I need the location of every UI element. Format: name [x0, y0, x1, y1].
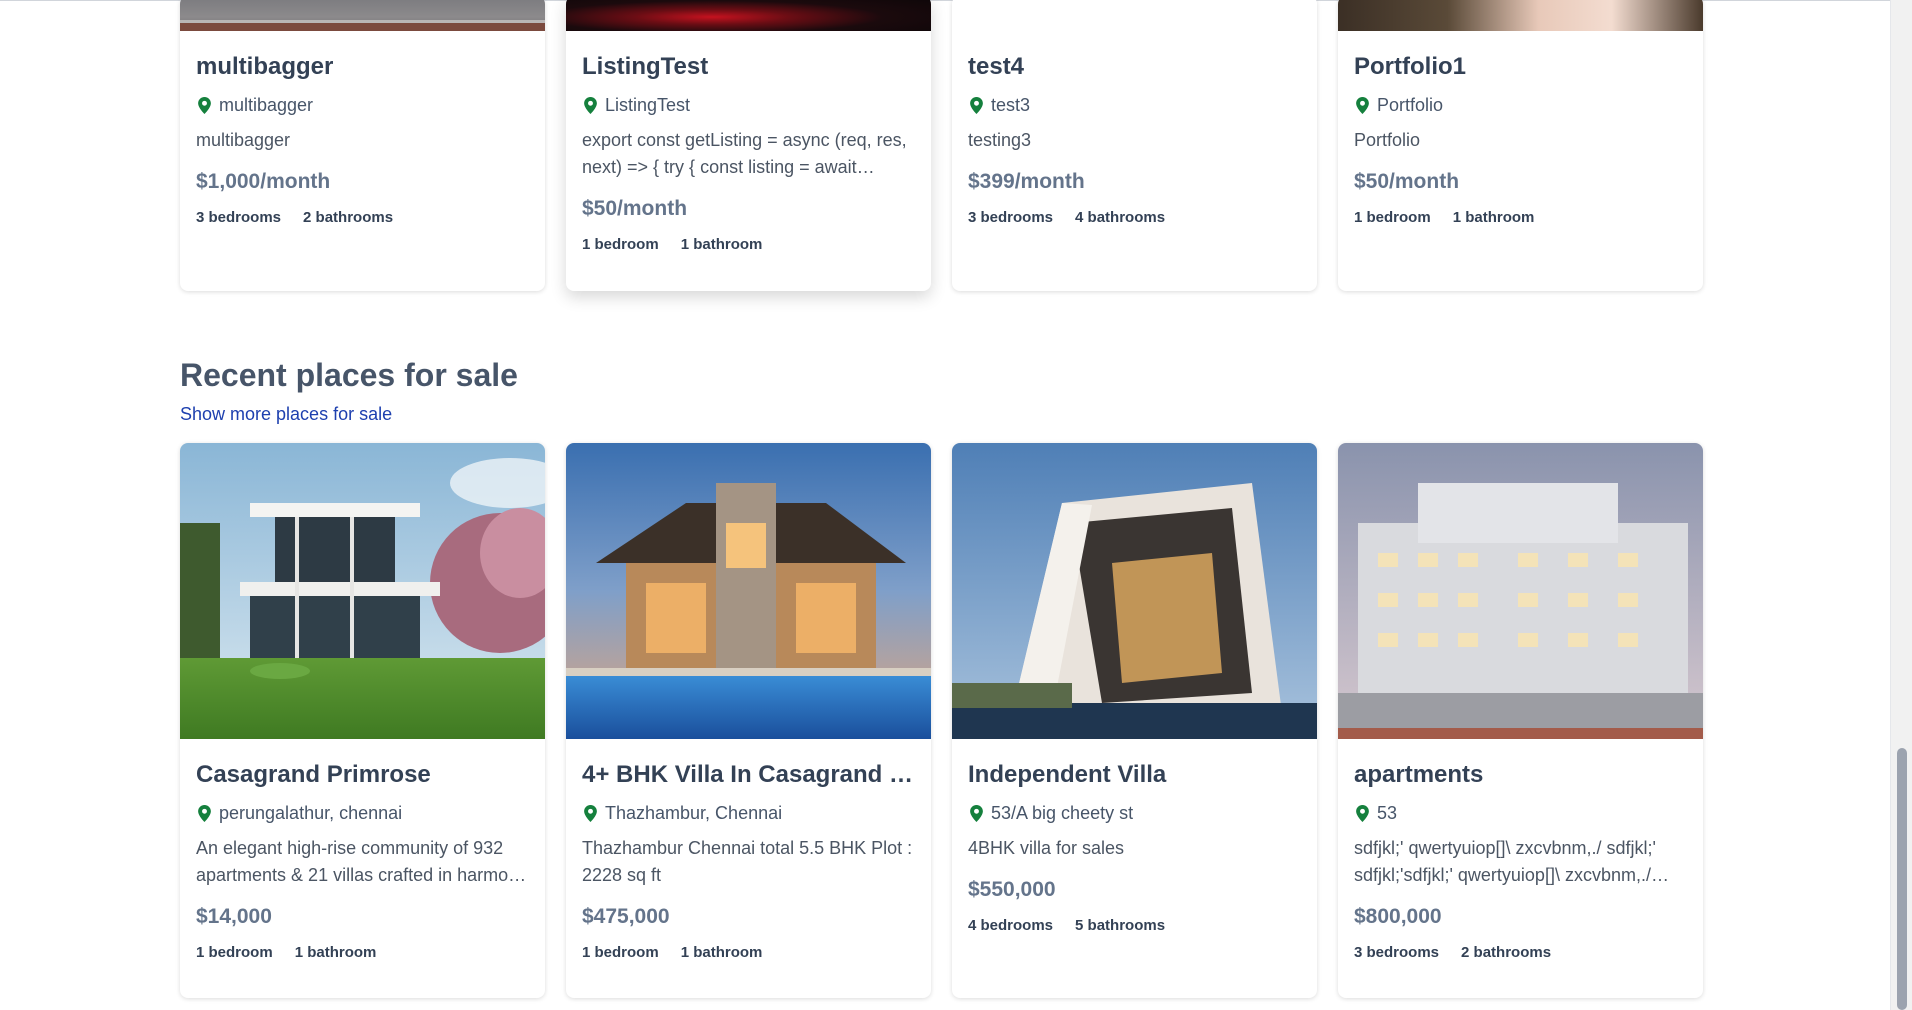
listing-bathrooms: 2 bathrooms	[303, 209, 394, 226]
listing-bedrooms: 1 bedroom	[582, 944, 659, 961]
map-pin-icon	[1356, 96, 1369, 114]
listing-address: 53	[1377, 803, 1398, 823]
listing-image[interactable]	[952, 0, 1317, 31]
listing-address: multibagger	[219, 95, 314, 115]
listing-location: test3	[968, 92, 1301, 118]
sale-section-header: Recent places for sale Show more places …	[180, 354, 518, 426]
map-pin-icon	[970, 96, 983, 114]
listing-address: test3	[991, 95, 1031, 115]
listing-image[interactable]	[952, 443, 1317, 739]
listing-card[interactable]: test4 test3 testing3 $399/month 3 bedroo…	[952, 0, 1317, 291]
listing-description: An elegant high-rise community of 932 ap…	[196, 838, 528, 885]
listing-bedrooms: 1 bedroom	[196, 944, 273, 961]
listing-description: sdfjkl;' qwertyuiop[]\ zxcvbnm,./ sdfjkl…	[1354, 838, 1656, 885]
listing-price: $1,000/month	[196, 170, 331, 193]
listing-card[interactable]: ListingTest ListingTest export const get…	[566, 0, 931, 291]
listing-title[interactable]: 4+ BHK Villa In Casagrand Pavilion	[582, 759, 915, 791]
listing-card[interactable]: Independent Villa 53/A big cheety st 4BH…	[952, 443, 1317, 998]
listing-bathrooms: 1 bathroom	[680, 944, 763, 961]
listing-location: Portfolio	[1354, 92, 1687, 118]
listing-address: ListingTest	[605, 95, 691, 115]
listing-rooms: 3 bedrooms 2 bathrooms	[1354, 943, 1687, 963]
sale-section-title: Recent places for sale	[180, 357, 518, 393]
page-scrollbar[interactable]	[1890, 0, 1912, 1010]
rent-listings-row: multibagger multibagger multibagger $1,0…	[180, 0, 1703, 291]
listing-bedrooms: 3 bedrooms	[196, 209, 282, 226]
listing-title[interactable]: ListingTest	[582, 51, 915, 83]
listing-price: $50/month	[1354, 170, 1460, 193]
listing-bathrooms: 1 bathroom	[680, 236, 763, 253]
listing-image[interactable]	[180, 0, 545, 31]
listing-rooms: 1 bedroom 1 bathroom	[196, 943, 529, 963]
listing-image[interactable]	[566, 443, 931, 739]
listing-image[interactable]	[566, 0, 931, 31]
listing-description: multibagger	[196, 130, 291, 150]
listing-rooms: 4 bedrooms 5 bathrooms	[968, 916, 1301, 936]
listing-card[interactable]: multibagger multibagger multibagger $1,0…	[180, 0, 545, 291]
listing-price: $800,000	[1354, 905, 1442, 928]
listing-rooms: 3 bedrooms 4 bathrooms	[968, 208, 1301, 228]
listing-address: Thazhambur, Chennai	[605, 803, 783, 823]
listing-rooms: 1 bedroom 1 bathroom	[582, 943, 915, 963]
listing-address: Portfolio	[1377, 95, 1444, 115]
map-pin-icon	[584, 96, 597, 114]
listing-title[interactable]: multibagger	[196, 51, 529, 83]
listing-bathrooms: 1 bathroom	[294, 944, 377, 961]
listing-image[interactable]	[1338, 0, 1703, 31]
listing-bathrooms: 2 bathrooms	[1461, 944, 1552, 961]
listing-description: Portfolio	[1354, 130, 1421, 150]
listing-location: ListingTest	[582, 92, 915, 118]
listing-address: perungalathur, chennai	[219, 803, 403, 823]
listing-card[interactable]: apartments 53 sdfjkl;' qwertyuiop[]\ zxc…	[1338, 443, 1703, 998]
listing-bathrooms: 4 bathrooms	[1075, 209, 1166, 226]
listing-image[interactable]	[180, 443, 545, 739]
listing-title[interactable]: Portfolio1	[1354, 51, 1687, 83]
map-pin-icon	[198, 96, 211, 114]
listing-location: perungalathur, chennai	[196, 800, 529, 826]
listing-bathrooms: 1 bathroom	[1452, 209, 1535, 226]
listing-price: $475,000	[582, 905, 670, 928]
listing-address: 53/A big cheety st	[991, 803, 1134, 823]
listing-card[interactable]: Portfolio1 Portfolio Portfolio $50/month…	[1338, 0, 1703, 291]
listing-price: $14,000	[196, 905, 272, 928]
listing-card[interactable]: Casagrand Primrose perungalathur, chenna…	[180, 443, 545, 998]
listing-rooms: 1 bedroom 1 bathroom	[582, 235, 915, 255]
scrollbar-thumb[interactable]	[1897, 748, 1907, 1010]
listing-location: 53	[1354, 800, 1687, 826]
listing-description: Thazhambur Chennai total 5.5 BHK Plot : …	[582, 838, 913, 885]
listing-bathrooms: 5 bathrooms	[1075, 917, 1166, 934]
listing-description: 4BHK villa for sales	[968, 838, 1125, 858]
listing-rooms: 1 bedroom 1 bathroom	[1354, 208, 1687, 228]
listing-location: multibagger	[196, 92, 529, 118]
map-pin-icon	[970, 804, 983, 822]
listing-price: $550,000	[968, 878, 1056, 901]
listing-title[interactable]: Casagrand Primrose	[196, 759, 529, 791]
listing-description: export const getListing = async (req, re…	[582, 130, 907, 177]
sale-listings-row: Casagrand Primrose perungalathur, chenna…	[180, 443, 1703, 998]
listing-location: 53/A big cheety st	[968, 800, 1301, 826]
listing-title[interactable]: test4	[968, 51, 1301, 83]
map-pin-icon	[584, 804, 597, 822]
listing-title[interactable]: apartments	[1354, 759, 1687, 791]
map-pin-icon	[198, 804, 211, 822]
listing-bedrooms: 1 bedroom	[582, 236, 659, 253]
listing-bedrooms: 3 bedrooms	[968, 209, 1054, 226]
listing-bedrooms: 4 bedrooms	[968, 917, 1054, 934]
listing-image[interactable]	[1338, 443, 1703, 739]
listing-description: testing3	[968, 130, 1032, 150]
listing-price: $399/month	[968, 170, 1085, 193]
show-more-sale-link[interactable]: Show more places for sale	[180, 402, 518, 426]
map-pin-icon	[1356, 804, 1369, 822]
listing-rooms: 3 bedrooms 2 bathrooms	[196, 208, 529, 228]
listing-title[interactable]: Independent Villa	[968, 759, 1301, 791]
listing-price: $50/month	[582, 197, 688, 220]
listing-card[interactable]: 4+ BHK Villa In Casagrand Pavilion Thazh…	[566, 443, 931, 998]
listing-bedrooms: 1 bedroom	[1354, 209, 1431, 226]
listing-bedrooms: 3 bedrooms	[1354, 944, 1440, 961]
listing-location: Thazhambur, Chennai	[582, 800, 915, 826]
